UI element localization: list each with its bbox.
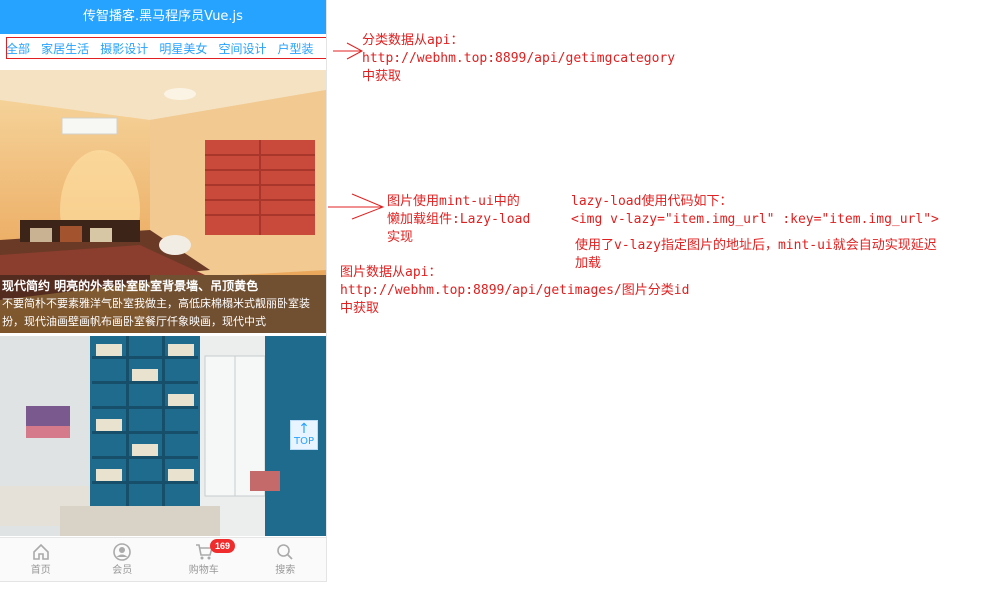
annotation-line: lazy-load使用代码如下： [571,194,733,209]
annotation-lazyload: 图片使用mint-ui中的 懒加载组件:Lazy-load 实现 [387,193,530,247]
annotation-line: <img v-lazy="item.img_url" :key="item.im… [571,212,939,227]
annotation-line: 中获取 [362,69,402,84]
annotation-line: http://webhm.top:8899/api/getimgcategory [362,51,676,66]
annotation-line: http://webhm.top:8899/api/getimages/图片分类… [340,283,690,298]
annotation-category-api: 分类数据从api： http://webhm.top:8899/api/geti… [362,32,675,86]
annotation-line: 图片数据从api： [340,265,442,280]
annotation-line: 分类数据从api： [362,33,464,48]
annotation-line: 图片使用mint-ui中的 [387,194,520,209]
annotation-line: 实现 [387,230,414,245]
annotation-line: 使用了v-lazy指定图片的地址后，mint-ui就会自动实现延迟 [575,238,937,253]
annotation-code: lazy-load使用代码如下： <img v-lazy="item.img_u… [571,193,939,229]
annotation-line: 懒加载组件:Lazy-load [387,212,531,227]
annotation-line: 中获取 [340,301,380,316]
annotation-images-api: 图片数据从api： http://webhm.top:8899/api/geti… [340,264,689,318]
